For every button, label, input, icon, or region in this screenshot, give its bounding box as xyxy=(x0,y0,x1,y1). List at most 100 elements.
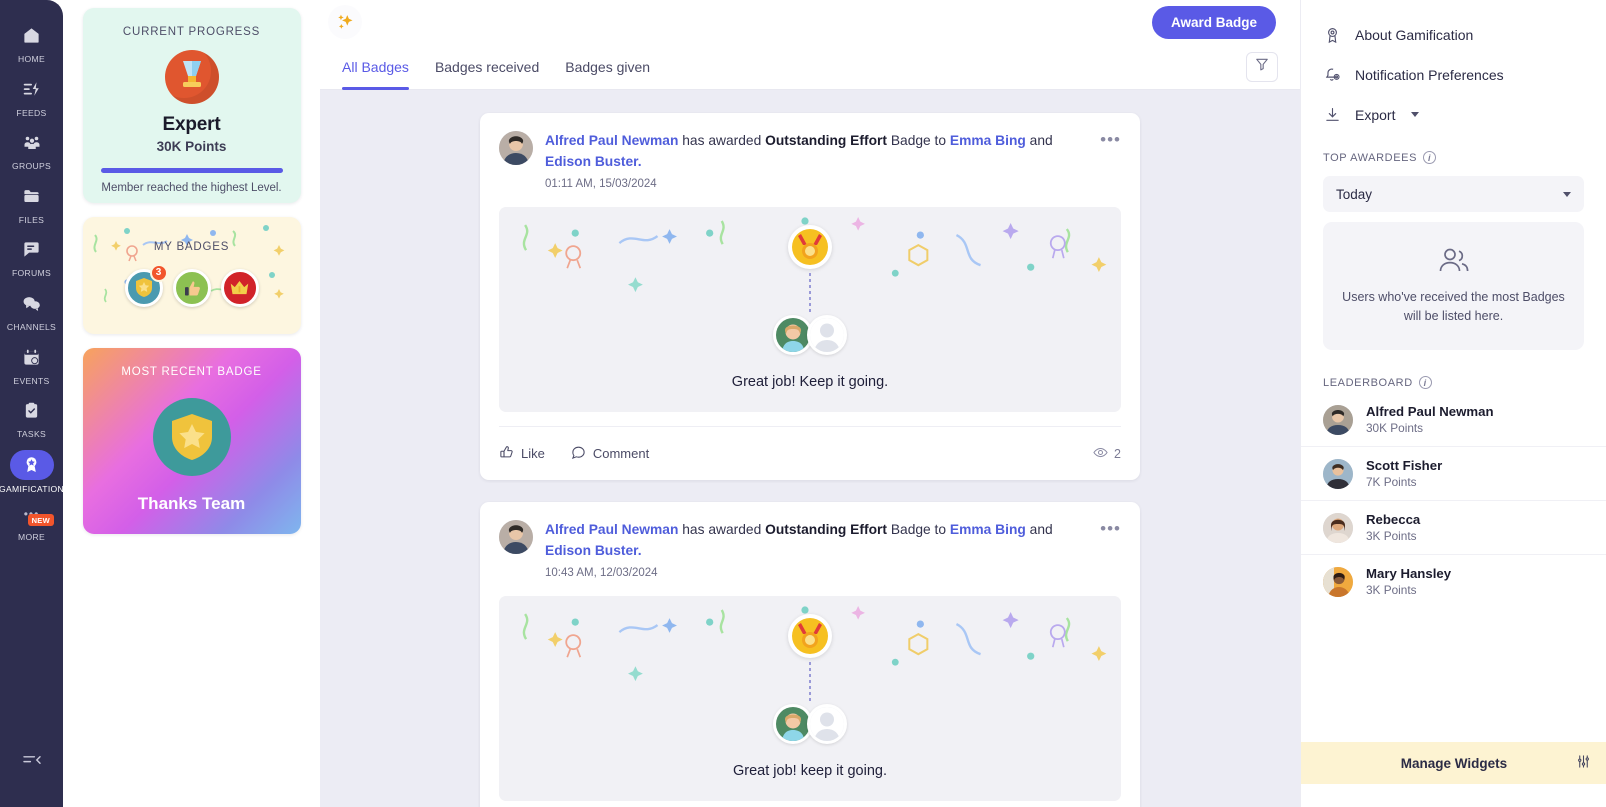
sidebar-item-feeds[interactable]: FEEDS xyxy=(0,68,63,122)
events-icon xyxy=(12,343,52,372)
badge-feed: Alfred Paul Newman has awarded Outstandi… xyxy=(320,90,1300,807)
badge-caption: Great job! Keep it going. xyxy=(731,374,889,390)
medal-icon xyxy=(788,225,832,269)
filter-button[interactable] xyxy=(1246,51,1278,82)
post-body-text: Alfred Paul Newman has awarded Outstandi… xyxy=(545,131,1121,190)
tab-all-badges[interactable]: All Badges xyxy=(342,44,409,90)
post-recipient-2-link[interactable]: Edison Buster. xyxy=(545,543,642,558)
thumbs-up-icon xyxy=(499,445,514,463)
link-label: About Gamification xyxy=(1355,26,1474,43)
badge-count: 3 xyxy=(149,263,168,282)
sidebar-item-label: FILES xyxy=(18,214,45,225)
info-icon[interactable]: i xyxy=(1418,376,1432,389)
sidebar-item-events[interactable]: EVENTS xyxy=(0,336,63,390)
comment-icon xyxy=(571,445,586,463)
comment-label: Comment xyxy=(592,446,650,461)
leaderboard-points: 7K Points xyxy=(1366,475,1417,489)
crown-badge[interactable] xyxy=(220,268,259,307)
shield-star-badge[interactable]: 3 xyxy=(124,263,168,307)
chevron-down-icon xyxy=(1563,191,1571,197)
post-conjunction: and xyxy=(1029,522,1053,537)
post-header: Alfred Paul Newman has awarded Outstandi… xyxy=(499,520,1121,579)
sidebar-item-more[interactable]: NEW ••• MORE xyxy=(0,497,63,546)
view-count: 2 xyxy=(1093,445,1121,463)
post-more-options-button[interactable]: ••• xyxy=(1100,131,1121,148)
feed-post: Alfred Paul Newman has awarded Outstandi… xyxy=(480,113,1140,480)
sidebar-item-label: EVENTS xyxy=(13,375,50,386)
feeds-icon xyxy=(12,75,52,104)
widget-title: MOST RECENT BADGE xyxy=(121,366,262,378)
post-badge-name: Outstanding Effort xyxy=(765,133,887,149)
leaderboard-name: Alfred Paul Newman xyxy=(1366,404,1494,419)
tab-list: All Badges Badges received Badges given xyxy=(342,44,650,90)
notification-preferences-link[interactable]: Notification Preferences xyxy=(1323,56,1584,93)
list-item[interactable]: Alfred Paul Newman 30K Points xyxy=(1301,393,1606,447)
sidebar-item-label: TASKS xyxy=(16,429,47,440)
badge-illustration: Great job! Keep it going. xyxy=(499,207,1121,412)
thumbs-up-badge[interactable] xyxy=(172,268,211,307)
post-actor-link[interactable]: Alfred Paul Newman xyxy=(545,133,678,148)
award-ribbon-icon xyxy=(1323,25,1342,44)
leaderboard-points: 30K Points xyxy=(1366,421,1424,435)
top-awardees-period-select[interactable]: Today xyxy=(1323,176,1584,212)
widget-column: CURRENT PROGRESS Expert 30K Points Membe… xyxy=(63,0,320,807)
avatar-placeholder[interactable] xyxy=(807,315,847,355)
avatar[interactable] xyxy=(499,131,533,166)
post-more-options-button[interactable]: ••• xyxy=(1100,520,1121,537)
leaderboard-points: 3K Points xyxy=(1366,583,1417,597)
comment-button[interactable]: Comment xyxy=(571,445,649,463)
post-recipient-1-link[interactable]: Emma Bing xyxy=(950,522,1026,537)
select-value: Today xyxy=(1336,186,1373,202)
sidebar-item-channels[interactable]: CHANNELS xyxy=(0,282,63,336)
sidebar-item-forums[interactable]: FORUMS xyxy=(0,228,63,282)
link-label: Export xyxy=(1355,106,1396,123)
manage-widgets-button[interactable]: Manage Widgets xyxy=(1301,742,1606,784)
info-icon[interactable]: i xyxy=(1423,151,1437,164)
post-badge-word: Badge to xyxy=(890,522,947,537)
empty-state-text: Users who've received the most Badges wi… xyxy=(1342,289,1565,323)
right-panel: About Gamification Notification Preferen… xyxy=(1300,0,1606,807)
users-icon xyxy=(1438,247,1470,279)
badge-chip-list: 3 xyxy=(124,263,259,307)
about-gamification-link[interactable]: About Gamification xyxy=(1323,16,1584,53)
post-badge-name: Outstanding Effort xyxy=(765,522,887,537)
list-item[interactable]: Rebecca 3K Points xyxy=(1301,501,1606,555)
avatar[interactable] xyxy=(499,520,533,554)
sidebar-item-label: HOME xyxy=(18,54,45,64)
post-recipient-1-link[interactable]: Emma Bing xyxy=(950,133,1026,148)
list-item[interactable]: Scott Fisher 7K Points xyxy=(1301,447,1606,501)
sidebar-item-label: FORUMS xyxy=(11,268,52,279)
list-item[interactable]: Mary Hansley 3K Points xyxy=(1301,555,1606,608)
tab-badges-received[interactable]: Badges received xyxy=(435,44,539,90)
sidebar-item-label: CHANNELS xyxy=(6,321,57,332)
leaderboard-name: Rebecca xyxy=(1366,512,1421,527)
connector-line xyxy=(809,273,811,315)
recent-badge-name: Thanks Team xyxy=(137,494,246,513)
recipient-avatars xyxy=(773,703,847,744)
progress-bar xyxy=(100,168,283,173)
sidebar-item-tasks[interactable]: TASKS xyxy=(0,389,63,443)
collapse-sidebar-button[interactable] xyxy=(0,752,63,773)
forums-icon xyxy=(12,235,52,264)
level-name: Expert xyxy=(162,114,221,135)
sidebar-item-label: FEEDS xyxy=(16,107,47,118)
post-actor-link[interactable]: Alfred Paul Newman xyxy=(545,522,678,537)
award-badge-button[interactable]: Award Badge xyxy=(1151,5,1276,39)
bell-gear-icon xyxy=(1323,65,1342,84)
like-button[interactable]: Like xyxy=(499,445,545,463)
avatar xyxy=(1323,512,1353,543)
post-header: Alfred Paul Newman has awarded Outstandi… xyxy=(499,131,1121,190)
badge-caption: Great job! keep it going. xyxy=(733,762,887,779)
export-link[interactable]: Export xyxy=(1323,96,1584,133)
tab-badges-given[interactable]: Badges given xyxy=(565,44,650,90)
filter-icon xyxy=(1255,57,1269,76)
sidebar-item-groups[interactable]: GROUPS xyxy=(0,121,63,175)
post-recipient-2-link[interactable]: Edison Buster. xyxy=(545,154,642,169)
chevron-down-icon xyxy=(1411,112,1420,117)
avatar xyxy=(1323,458,1353,489)
sidebar-item-gamification[interactable]: GAMIFICATION xyxy=(0,443,64,498)
sidebar-item-files[interactable]: FILES xyxy=(0,175,63,229)
like-label: Like xyxy=(521,446,545,461)
sidebar-item-home[interactable]: HOME xyxy=(0,14,63,68)
avatar-placeholder[interactable] xyxy=(807,703,847,744)
